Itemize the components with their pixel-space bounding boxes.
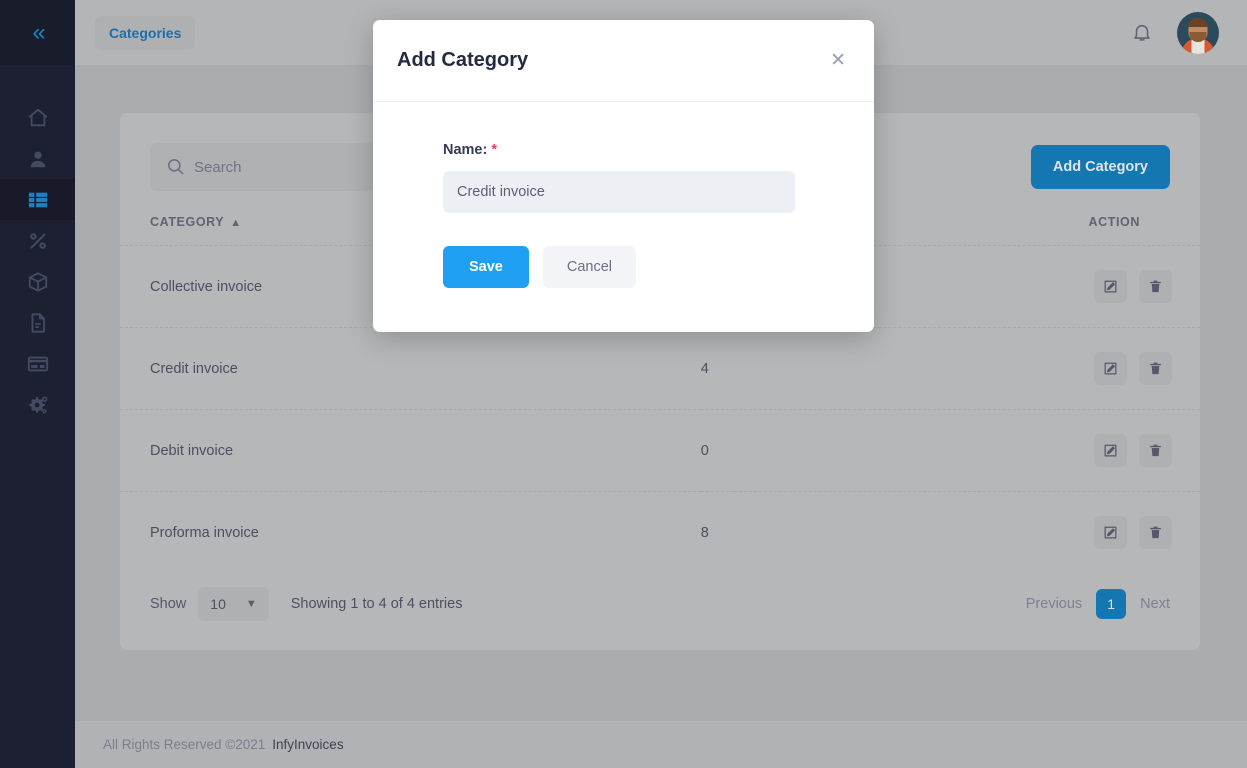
- table-footer: Show 10 ▼ Showing 1 to 4 of 4 entries Pr…: [120, 573, 1200, 621]
- show-label: Show: [150, 596, 186, 612]
- cell-category: Debit invoice: [120, 410, 701, 492]
- edit-icon: [1103, 443, 1118, 458]
- home-icon: [27, 107, 49, 129]
- name-input[interactable]: [443, 171, 795, 213]
- sidebar-item-products[interactable]: [0, 261, 75, 302]
- name-label-text: Name:: [443, 142, 487, 158]
- delete-button[interactable]: [1139, 352, 1172, 385]
- showing-entries-text: Showing 1 to 4 of 4 entries: [291, 596, 463, 612]
- app-root: «: [0, 0, 1247, 768]
- trash-icon: [1148, 443, 1163, 458]
- chevron-up-icon: ▲: [230, 217, 242, 229]
- table-row: Proforma invoice 8: [120, 492, 1200, 574]
- chevrons-left-icon: «: [32, 21, 42, 45]
- search-placeholder: Search: [194, 159, 242, 176]
- user-icon: [27, 148, 49, 170]
- breadcrumb[interactable]: Categories: [95, 16, 195, 50]
- settings-gears-icon: [27, 394, 49, 416]
- credit-card-icon: [27, 353, 49, 375]
- sidebar-collapse-button[interactable]: «: [0, 0, 75, 65]
- cell-actions: [734, 492, 1200, 574]
- next-page-button[interactable]: Next: [1140, 596, 1170, 612]
- pagination: Previous 1 Next: [1026, 589, 1170, 619]
- add-category-modal: Add Category ✕ Name: * Save Cancel: [373, 20, 874, 332]
- previous-page-button[interactable]: Previous: [1026, 596, 1082, 612]
- cell-actions: [734, 328, 1200, 410]
- page-number-1[interactable]: 1: [1096, 589, 1126, 619]
- percent-icon: [27, 230, 49, 252]
- table-row: Credit invoice 4: [120, 328, 1200, 410]
- edit-button[interactable]: [1094, 352, 1127, 385]
- modal-actions: Save Cancel: [443, 246, 804, 288]
- delete-button[interactable]: [1139, 434, 1172, 467]
- table-row: Debit invoice 0: [120, 410, 1200, 492]
- sidebar: «: [0, 0, 75, 768]
- header-actions: [1131, 12, 1219, 54]
- modal-title: Add Category: [397, 49, 528, 72]
- cell-count: 4: [701, 328, 734, 410]
- delete-button[interactable]: [1139, 270, 1172, 303]
- edit-icon: [1103, 279, 1118, 294]
- column-header-category-label: CATEGORY: [150, 215, 224, 229]
- cell-count: 8: [701, 492, 734, 574]
- avatar-hair: [1188, 18, 1208, 27]
- trash-icon: [1148, 279, 1163, 294]
- name-field-label: Name: *: [443, 142, 804, 158]
- footer-brand: InfyInvoices: [272, 737, 343, 752]
- add-category-button[interactable]: Add Category: [1031, 145, 1170, 189]
- file-icon: [27, 312, 49, 334]
- close-icon[interactable]: ✕: [830, 51, 846, 70]
- cell-actions: [734, 410, 1200, 492]
- required-marker: *: [491, 142, 497, 158]
- sidebar-nav: [0, 65, 75, 425]
- avatar[interactable]: [1177, 12, 1219, 54]
- sidebar-item-users[interactable]: [0, 138, 75, 179]
- save-button[interactable]: Save: [443, 246, 529, 288]
- sidebar-item-home[interactable]: [0, 97, 75, 138]
- edit-button[interactable]: [1094, 270, 1127, 303]
- sidebar-item-payments[interactable]: [0, 343, 75, 384]
- trash-icon: [1148, 525, 1163, 540]
- footer-rights: All Rights Reserved ©2021: [103, 737, 265, 752]
- modal-body: Name: * Save Cancel: [373, 102, 874, 332]
- trash-icon: [1148, 361, 1163, 376]
- page-size-select[interactable]: 10 ▼: [198, 587, 268, 621]
- box-icon: [27, 271, 49, 293]
- edit-icon: [1103, 361, 1118, 376]
- cancel-button[interactable]: Cancel: [543, 246, 636, 288]
- bell-icon[interactable]: [1131, 22, 1153, 44]
- cell-count: 0: [701, 410, 734, 492]
- sidebar-item-categories[interactable]: [0, 179, 75, 220]
- sidebar-item-tax[interactable]: [0, 220, 75, 261]
- chevron-down-icon: ▼: [246, 598, 257, 610]
- list-icon: [27, 189, 49, 211]
- search-icon: [166, 157, 185, 176]
- page-footer: All Rights Reserved ©2021 InfyInvoices: [75, 721, 1247, 768]
- sidebar-item-settings[interactable]: [0, 384, 75, 425]
- modal-header: Add Category ✕: [373, 20, 874, 102]
- sidebar-item-invoices[interactable]: [0, 302, 75, 343]
- edit-icon: [1103, 525, 1118, 540]
- edit-button[interactable]: [1094, 434, 1127, 467]
- page-size-value: 10: [210, 596, 226, 612]
- cell-category: Proforma invoice: [120, 492, 701, 574]
- delete-button[interactable]: [1139, 516, 1172, 549]
- edit-button[interactable]: [1094, 516, 1127, 549]
- cell-category: Credit invoice: [120, 328, 701, 410]
